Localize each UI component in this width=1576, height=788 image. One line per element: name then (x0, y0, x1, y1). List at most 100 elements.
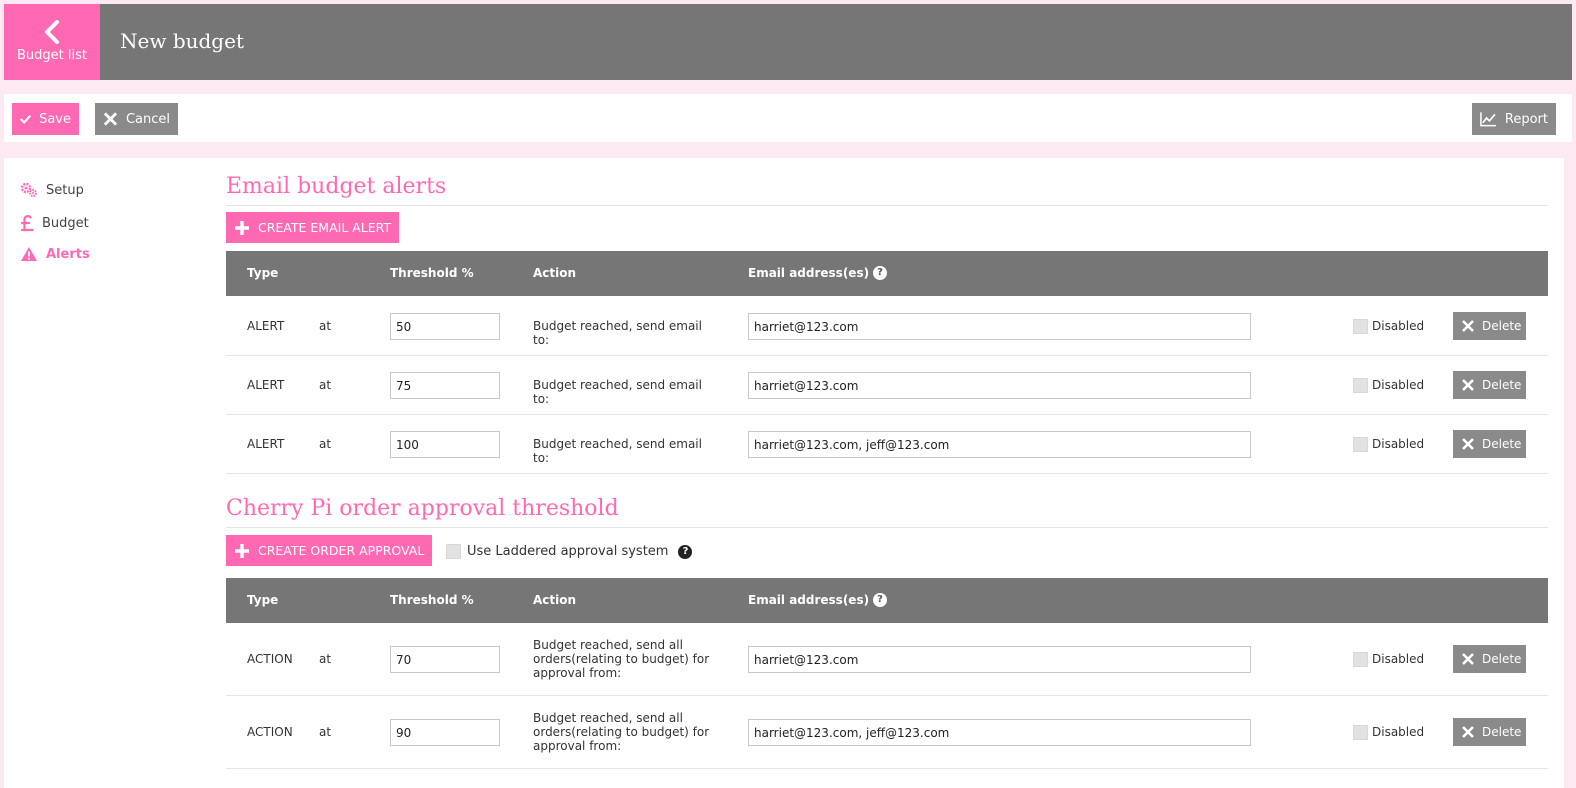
disabled-checkbox[interactable] (1353, 378, 1368, 393)
table-row: ACTION at Budget reached, send all order… (226, 623, 1548, 696)
delete-label: Delete (1482, 319, 1522, 333)
order-approval-title: Cherry Pi order approval threshold (226, 496, 619, 521)
save-button[interactable]: Save (12, 103, 79, 135)
threshold-input[interactable] (390, 372, 500, 399)
row-action: Budget reached, send email to: (533, 378, 702, 406)
column-header-threshold: Threshold % (390, 266, 474, 280)
laddered-approval-label: Use Laddered approval system (467, 544, 669, 559)
sidebar-item-budget[interactable]: Budget (20, 214, 89, 232)
laddered-approval-option: Use Laddered approval system ? (446, 544, 693, 559)
table-row: ACTION at Budget reached, send all order… (226, 696, 1548, 769)
sidebar-item-alerts[interactable]: Alerts (20, 246, 90, 262)
column-header-action: Action (533, 593, 577, 607)
column-header-email: Email address(es)? (748, 266, 888, 280)
laddered-approval-checkbox[interactable] (446, 544, 461, 559)
column-header-threshold: Threshold % (390, 593, 474, 607)
page-title: New budget (120, 29, 244, 53)
delete-button[interactable]: Delete (1453, 312, 1526, 340)
row-at: at (319, 319, 332, 333)
cancel-button[interactable]: Cancel (95, 103, 178, 135)
chevron-left-icon (45, 20, 59, 44)
gears-icon (20, 182, 37, 197)
row-action: Budget reached, send email to: (533, 319, 702, 347)
delete-label: Delete (1482, 378, 1522, 392)
table-row: ALERT at Budget reached, send email to: … (226, 297, 1548, 356)
email-input[interactable] (748, 719, 1251, 746)
section-divider (226, 527, 1548, 528)
cancel-label: Cancel (125, 111, 170, 127)
disabled-label: Disabled (1372, 725, 1425, 739)
email-input[interactable] (748, 313, 1251, 340)
close-icon (1462, 320, 1474, 332)
column-header-type: Type (247, 593, 279, 607)
line-chart-icon (1480, 112, 1496, 127)
delete-button[interactable]: Delete (1453, 371, 1526, 399)
help-icon[interactable]: ? (678, 544, 693, 559)
sidebar-item-setup[interactable]: Setup (20, 182, 84, 198)
checkmark-icon (20, 114, 32, 124)
table-row: ALERT at Budget reached, send email to: … (226, 356, 1548, 415)
disabled-label: Disabled (1372, 378, 1425, 392)
email-input[interactable] (748, 646, 1251, 673)
column-header-email-label: Email address(es) (748, 266, 870, 280)
row-action: Budget reached, send all orders(relating… (533, 638, 710, 680)
report-label: Report (1504, 111, 1548, 127)
sidebar-item-label: Setup (46, 182, 84, 198)
column-header-type: Type (247, 266, 279, 280)
row-type: ACTION (247, 652, 293, 666)
disabled-label: Disabled (1372, 652, 1425, 666)
row-at: at (319, 725, 332, 739)
email-alerts-title: Email budget alerts (226, 174, 447, 199)
delete-button[interactable]: Delete (1453, 430, 1526, 458)
disabled-checkbox[interactable] (1353, 319, 1368, 334)
column-header-email: Email address(es)? (748, 593, 888, 607)
close-icon (1462, 653, 1474, 665)
back-button-label: Budget list (17, 48, 87, 63)
row-at: at (319, 437, 332, 451)
save-label: Save (39, 111, 71, 127)
column-header-email-label: Email address(es) (748, 593, 870, 607)
row-at: at (319, 378, 332, 392)
close-icon (103, 112, 118, 126)
email-input[interactable] (748, 372, 1251, 399)
disabled-label: Disabled (1372, 437, 1425, 451)
create-order-approval-button[interactable]: CREATE ORDER APPROVAL (226, 535, 433, 566)
disabled-label: Disabled (1372, 319, 1425, 333)
delete-button[interactable]: Delete (1453, 718, 1526, 746)
row-action: Budget reached, send all orders(relating… (533, 711, 710, 753)
delete-label: Delete (1482, 652, 1522, 666)
pound-icon (20, 215, 34, 232)
threshold-input[interactable] (390, 313, 500, 340)
delete-label: Delete (1482, 725, 1522, 739)
create-email-alert-label: CREATE EMAIL ALERT (258, 220, 392, 235)
toolbar: Save Cancel Report (4, 94, 1572, 142)
threshold-input[interactable] (390, 646, 500, 673)
disabled-checkbox[interactable] (1353, 725, 1368, 740)
create-order-approval-label: CREATE ORDER APPROVAL (258, 543, 425, 558)
disabled-checkbox[interactable] (1353, 652, 1368, 667)
close-icon (1462, 438, 1474, 450)
row-type: ALERT (247, 319, 285, 333)
sidebar-item-label: Budget (42, 215, 89, 231)
threshold-input[interactable] (390, 719, 500, 746)
report-button[interactable]: Report (1472, 103, 1556, 135)
section-divider (226, 205, 1548, 206)
email-alerts-table-header: Type Threshold % Action Email address(es… (226, 251, 1548, 296)
help-icon[interactable]: ? (873, 593, 888, 607)
email-input[interactable] (748, 431, 1251, 458)
delete-label: Delete (1482, 437, 1522, 451)
row-type: ACTION (247, 725, 293, 739)
sidebar-item-label: Alerts (46, 246, 90, 262)
create-email-alert-button[interactable]: CREATE EMAIL ALERT (226, 212, 400, 243)
back-to-budget-list-button[interactable]: Budget list (4, 4, 100, 80)
app-header: Budget list New budget (4, 4, 1572, 80)
delete-button[interactable]: Delete (1453, 645, 1526, 673)
help-icon[interactable]: ? (873, 266, 888, 280)
row-action: Budget reached, send email to: (533, 437, 702, 465)
threshold-input[interactable] (390, 431, 500, 458)
disabled-checkbox[interactable] (1353, 437, 1368, 452)
warning-icon (21, 247, 37, 261)
close-icon (1462, 379, 1474, 391)
plus-icon (235, 543, 249, 558)
table-row: ALERT at Budget reached, send email to: … (226, 415, 1548, 474)
